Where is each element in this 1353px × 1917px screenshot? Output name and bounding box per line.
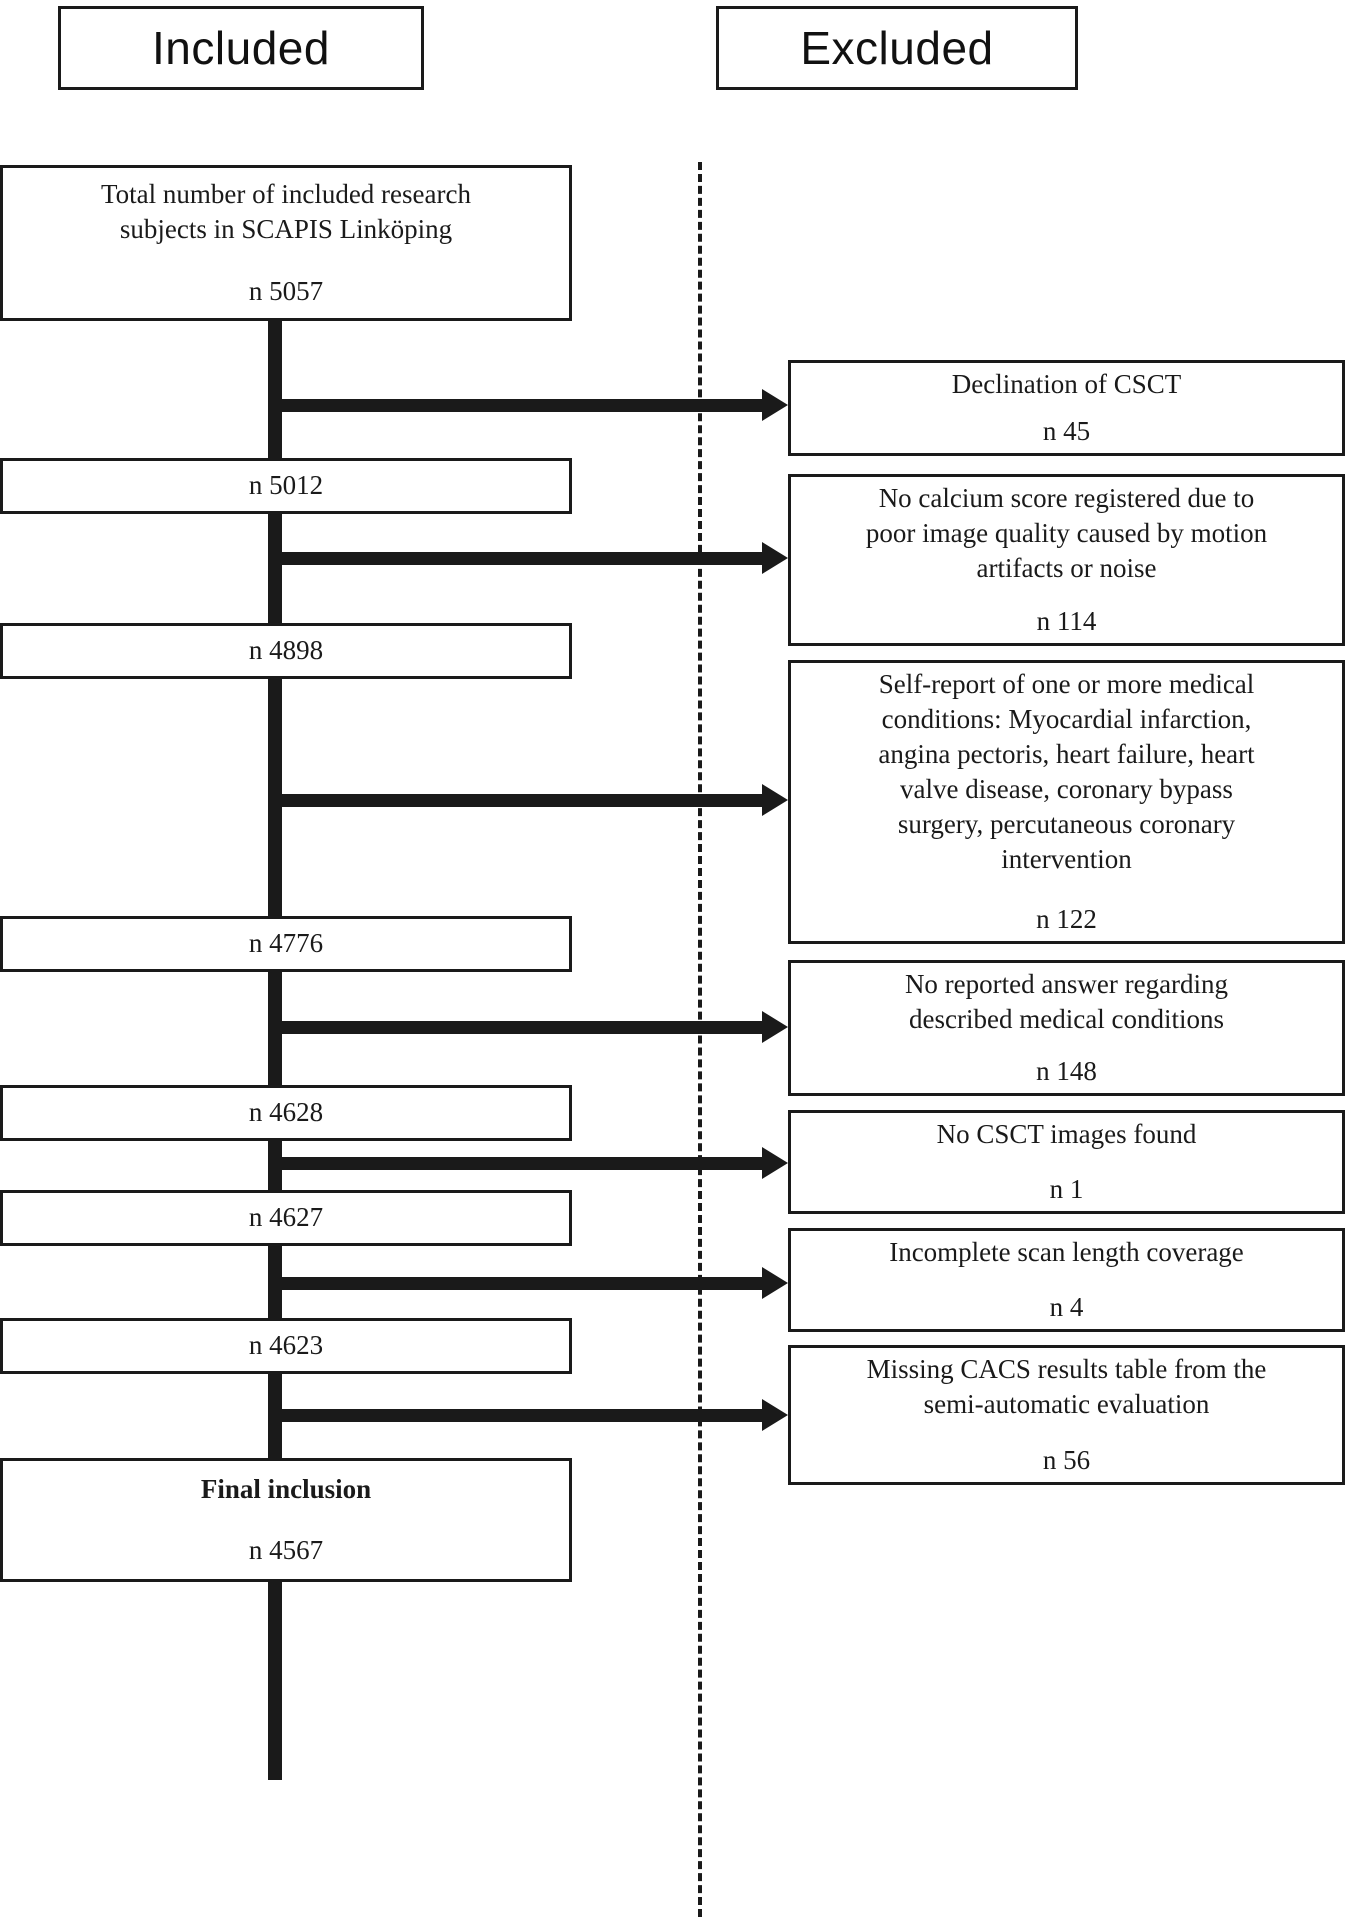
column-divider (698, 162, 702, 1917)
included-node-after-no-answer: n 4628 (0, 1085, 572, 1141)
arrow-shaft-2 (268, 552, 762, 565)
excluded-node-incomplete-scan-length: Incomplete scan length coverage n 4 (788, 1228, 1345, 1332)
header-box-excluded: Excluded (716, 6, 1078, 90)
node-text: Declination of CSCT (951, 369, 1182, 399)
included-node-total-included: Total number of included research subjec… (0, 165, 572, 321)
arrow-head-1 (762, 389, 788, 421)
excluded-node-self-report-medical-conditions: Self-report of one or more medical condi… (788, 660, 1345, 944)
header-label-excluded: Excluded (800, 22, 994, 74)
excluded-node-no-reported-answer: No reported answer regarding described m… (788, 960, 1345, 1096)
flowchart-canvas: Included Excluded Total number of includ… (0, 0, 1353, 1917)
excluded-node-declination-of-csct: Declination of CSCT n 45 (788, 360, 1345, 456)
node-text: Incomplete scan length coverage (889, 1237, 1244, 1267)
header-label-included: Included (152, 22, 330, 74)
arrow-shaft-6 (268, 1277, 762, 1290)
node-count: n 148 (1036, 1055, 1097, 1086)
arrow-shaft-7 (268, 1409, 762, 1422)
node-count: n 4623 (248, 1330, 324, 1361)
included-node-after-incomplete-scan: n 4623 (0, 1318, 572, 1374)
arrow-head-2 (762, 542, 788, 574)
node-count: n 4627 (248, 1202, 324, 1233)
excluded-node-no-csct-images-found: No CSCT images found n 1 (788, 1110, 1345, 1214)
node-count: n 4898 (248, 635, 324, 666)
included-node-after-self-report: n 4776 (0, 916, 572, 972)
excluded-node-missing-cacs-results: Missing CACS results table from the semi… (788, 1345, 1345, 1485)
node-count: n 5057 (248, 275, 324, 306)
arrow-head-7 (762, 1399, 788, 1431)
arrow-head-3 (762, 784, 788, 816)
included-node-after-declination: n 5012 (0, 458, 572, 514)
included-node-final-inclusion: Final inclusion n 4567 (0, 1458, 572, 1582)
node-count: n 5012 (248, 470, 324, 501)
node-text: Final inclusion (200, 1473, 372, 1504)
arrow-shaft-3 (268, 794, 762, 807)
node-count: n 45 (1042, 415, 1091, 446)
node-count: n 114 (1036, 605, 1097, 636)
header-box-included: Included (58, 6, 424, 90)
node-text: No calcium score registered due to poor … (865, 483, 1268, 584)
node-text: Missing CACS results table from the semi… (866, 1354, 1267, 1420)
excluded-node-no-calcium-score: No calcium score registered due to poor … (788, 474, 1345, 646)
arrow-head-6 (762, 1267, 788, 1299)
arrow-head-5 (762, 1147, 788, 1179)
node-text: Self-report of one or more medical condi… (878, 669, 1255, 875)
arrow-shaft-1 (268, 399, 762, 412)
arrow-shaft-5 (268, 1157, 762, 1170)
node-count: n 4 (1049, 1291, 1084, 1322)
node-count: n 4628 (248, 1097, 324, 1128)
node-text: Total number of included research subjec… (101, 179, 471, 245)
node-count: n 122 (1036, 903, 1097, 934)
included-node-after-no-images: n 4627 (0, 1190, 572, 1246)
node-count: n 1 (1049, 1173, 1084, 1204)
node-count: n 4567 (248, 1535, 324, 1565)
arrow-shaft-4 (268, 1021, 762, 1034)
arrow-head-4 (762, 1011, 788, 1043)
node-count: n 4776 (248, 928, 324, 959)
included-node-after-no-calcium-score: n 4898 (0, 623, 572, 679)
node-text: No CSCT images found (936, 1119, 1197, 1149)
node-count: n 56 (1042, 1444, 1091, 1475)
node-text: No reported answer regarding described m… (904, 969, 1229, 1035)
